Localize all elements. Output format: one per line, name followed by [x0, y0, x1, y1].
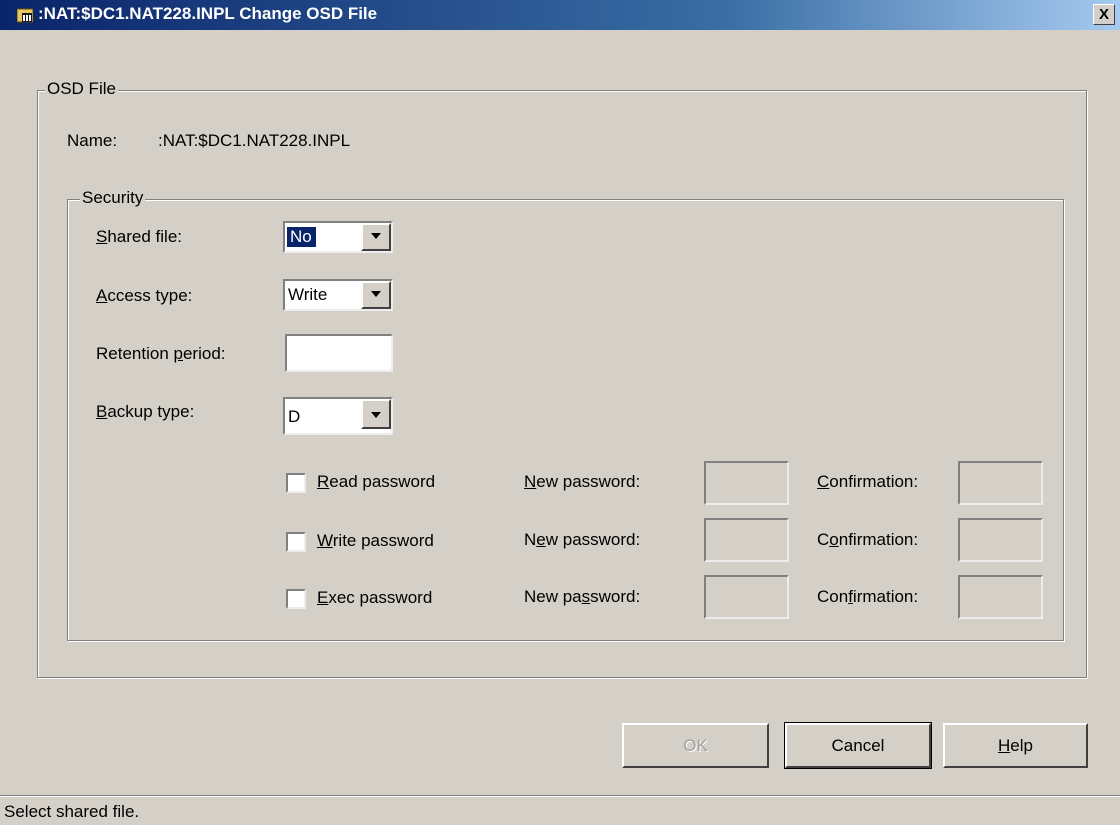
retention-period-label: Retention period:	[96, 344, 226, 363]
access-type-dropdown-button[interactable]	[361, 281, 391, 309]
read-confirmation-label: Confirmation:	[817, 472, 919, 491]
write-password-label[interactable]: Write password	[317, 531, 434, 551]
backup-type-select[interactable]: D	[283, 397, 393, 435]
chevron-down-icon	[371, 233, 381, 239]
backup-type-dropdown-button[interactable]	[361, 399, 391, 429]
cancel-button-label: Cancel	[831, 735, 885, 755]
window-title: :NAT:$DC1.NAT228.INPL Change OSD File	[38, 4, 378, 23]
chevron-down-icon	[371, 412, 381, 418]
write-confirmation-field[interactable]	[958, 518, 1043, 562]
shared-file-value: No	[286, 226, 317, 248]
ok-button-label: OK	[683, 735, 708, 755]
name-label: Name:	[67, 131, 118, 150]
exec-password-label[interactable]: Exec password	[317, 588, 432, 608]
cancel-button[interactable]: Cancel	[784, 722, 932, 769]
title-bar[interactable]: :NAT:$DC1.NAT228.INPL Change OSD File X	[0, 0, 1120, 30]
status-bar: Select shared file.	[0, 795, 1120, 825]
write-new-password-field[interactable]	[704, 518, 789, 562]
shared-file-select[interactable]: No	[283, 221, 393, 253]
chevron-down-icon	[371, 291, 381, 297]
access-type-value: Write	[288, 285, 328, 304]
status-text: Select shared file.	[4, 802, 140, 821]
close-button[interactable]: X	[1093, 4, 1115, 25]
access-type-label: Access type:	[96, 286, 193, 305]
security-group	[67, 199, 1064, 641]
help-button[interactable]: Help	[943, 723, 1088, 768]
access-type-select[interactable]: Write	[283, 279, 393, 311]
help-button-label: Help	[998, 735, 1033, 755]
read-password-label[interactable]: Read password	[317, 472, 435, 492]
read-new-password-label: New password:	[524, 472, 641, 491]
ok-button[interactable]: OK	[622, 723, 769, 768]
osd-file-legend: OSD File	[45, 79, 118, 99]
shared-file-dropdown-button[interactable]	[361, 223, 391, 251]
name-value: :NAT:$DC1.NAT228.INPL	[158, 131, 351, 150]
read-confirmation-field[interactable]	[958, 461, 1043, 505]
read-password-checkbox[interactable]	[286, 473, 306, 493]
exec-new-password-field[interactable]	[704, 575, 789, 619]
exec-new-password-label: New password:	[524, 587, 641, 606]
exec-password-checkbox[interactable]	[286, 589, 306, 609]
retention-period-input[interactable]	[285, 334, 393, 372]
security-legend: Security	[80, 188, 146, 208]
app-icon	[17, 8, 33, 23]
exec-confirmation-label: Confirmation:	[817, 587, 919, 606]
write-new-password-label: New password:	[524, 530, 641, 549]
close-icon: X	[1098, 6, 1109, 23]
backup-type-label: Backup type:	[96, 402, 195, 421]
backup-type-value: D	[288, 407, 301, 426]
shared-file-label: Shared file:	[96, 227, 183, 246]
exec-confirmation-field[interactable]	[958, 575, 1043, 619]
write-password-checkbox[interactable]	[286, 532, 306, 552]
read-new-password-field[interactable]	[704, 461, 789, 505]
write-confirmation-label: Confirmation:	[817, 530, 919, 549]
